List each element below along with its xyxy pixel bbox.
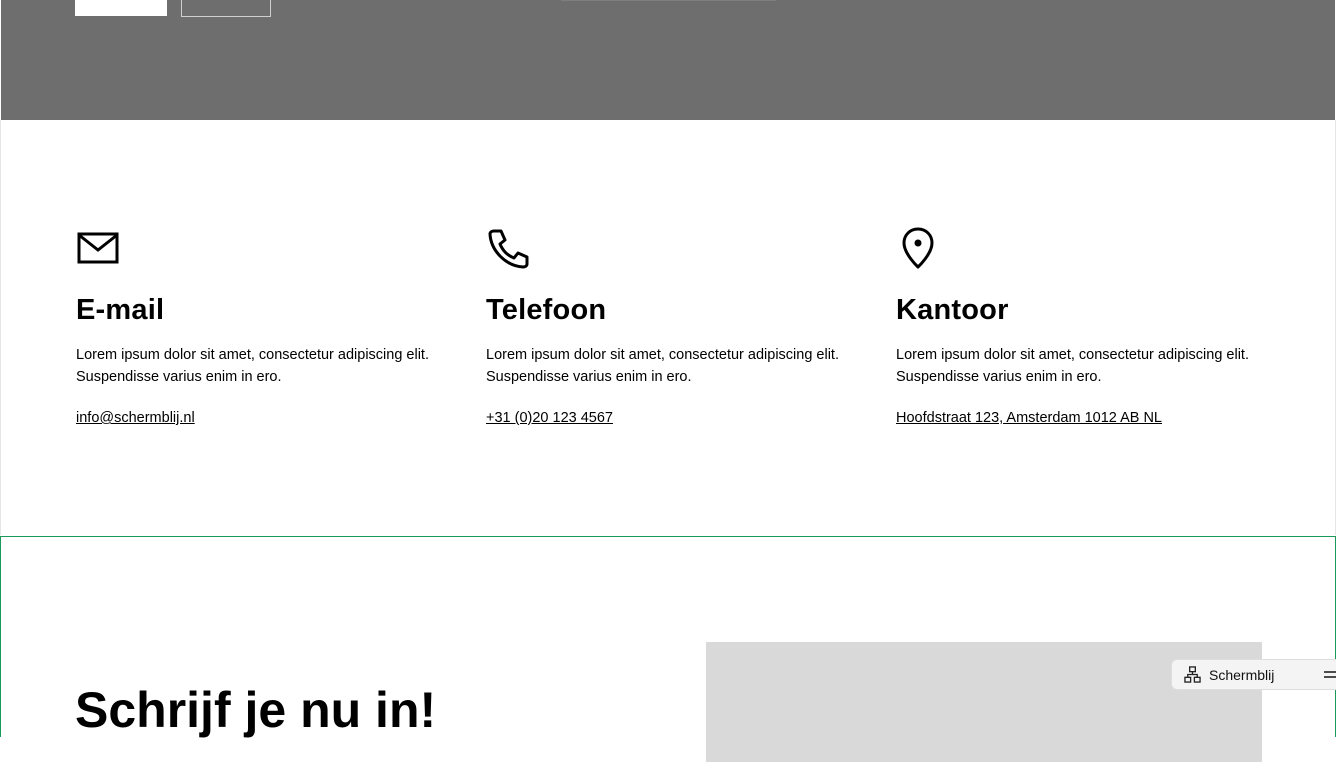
address-link[interactable]: Hoofdstraat 123, Amsterdam 1012 AB NL — [896, 410, 1162, 426]
phone-icon — [488, 229, 529, 269]
hero-secondary-button[interactable] — [181, 0, 271, 17]
navigator-label: Schermblij — [1209, 666, 1275, 683]
signup-section: Schrijf je nu in! — [0, 536, 1336, 762]
contact-title: Telefoon — [486, 294, 607, 326]
hero-divider — [561, 0, 776, 1]
sitemap-icon — [1184, 666, 1201, 683]
contact-item-office: Kantoor Lorem ipsum dolor sit amet, cons… — [896, 226, 1286, 426]
map-pin-icon — [902, 227, 934, 269]
signup-heading: Schrijf je nu in! — [75, 682, 437, 738]
hero-primary-button[interactable] — [75, 0, 167, 16]
contact-section: E-mail Lorem ipsum dolor sit amet, conse… — [0, 120, 1336, 535]
mail-icon — [77, 232, 119, 264]
phone-link[interactable]: +31 (0)20 123 4567 — [486, 410, 613, 426]
menu-icon[interactable] — [1322, 666, 1336, 683]
contact-item-email: E-mail Lorem ipsum dolor sit amet, conse… — [76, 226, 466, 426]
contact-text: Lorem ipsum dolor sit amet, consectetur … — [896, 347, 1249, 385]
contact-title: Kantoor — [896, 294, 1009, 326]
contact-title: E-mail — [76, 294, 165, 326]
navigator-widget[interactable]: Schermblij — [1171, 659, 1336, 690]
email-link[interactable]: info@schermblij.nl — [76, 410, 195, 426]
contact-text: Lorem ipsum dolor sit amet, consectetur … — [76, 347, 429, 385]
contact-item-phone: Telefoon Lorem ipsum dolor sit amet, con… — [486, 226, 876, 426]
hero-section — [1, 0, 1335, 120]
contact-text: Lorem ipsum dolor sit amet, consectetur … — [486, 347, 839, 385]
